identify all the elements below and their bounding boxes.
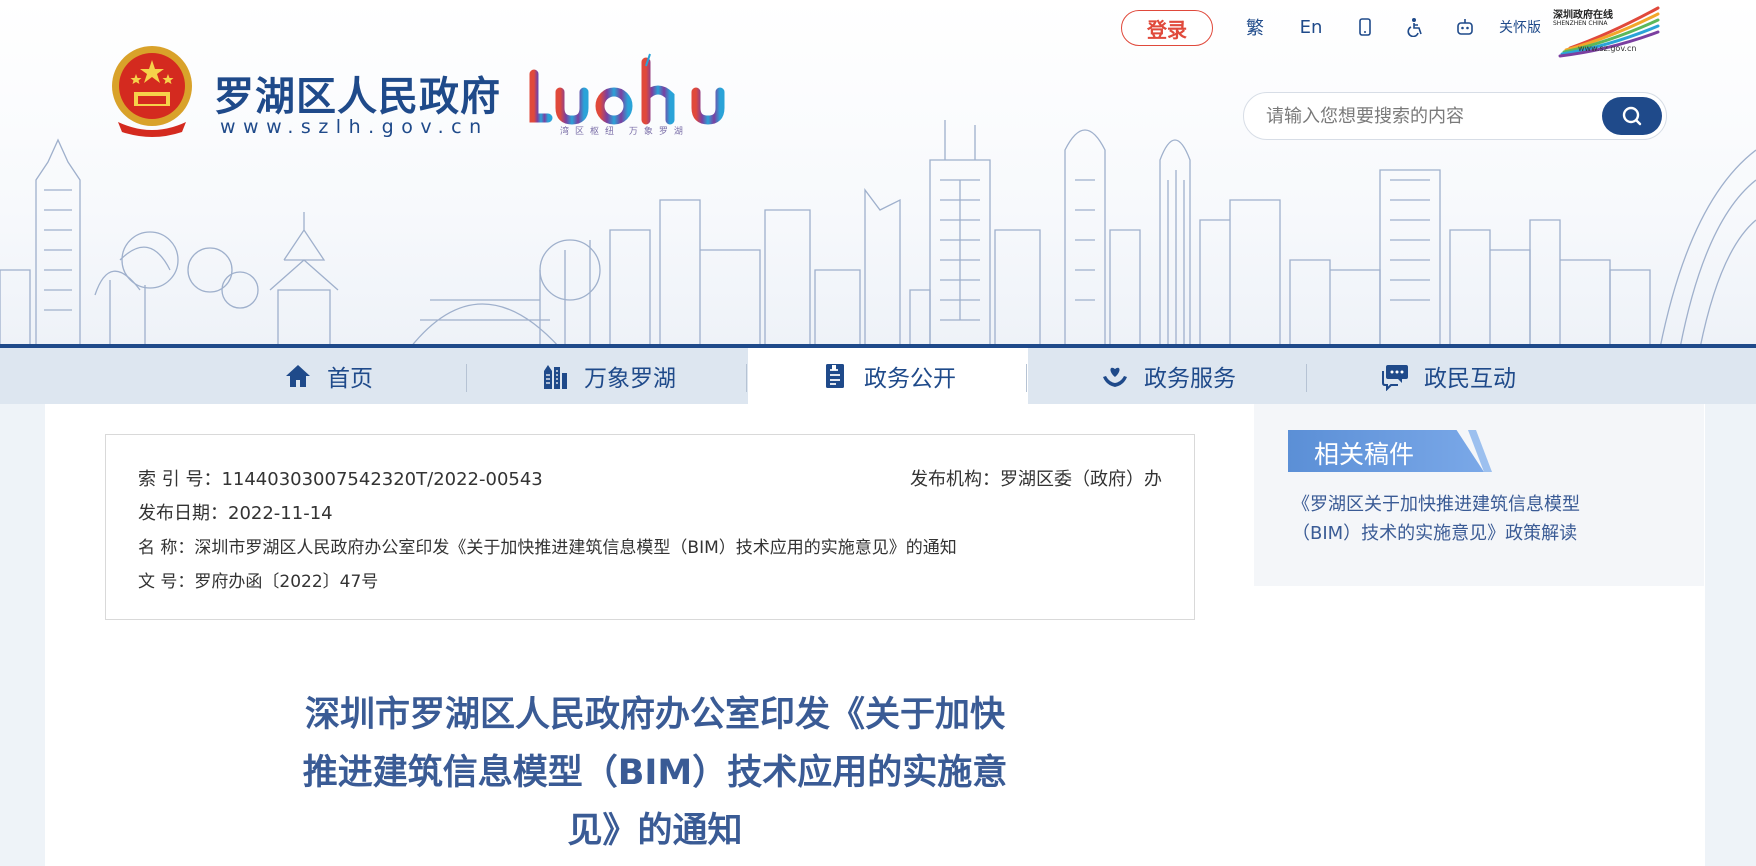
- related-link-line: （BIM）技术的实施意见》政策解读: [1292, 523, 1578, 544]
- mobile-icon[interactable]: [1352, 14, 1378, 40]
- nav-item-government-affairs-disclosure[interactable]: 政务公开: [748, 348, 1028, 404]
- meta-publisher: 发布机构：罗湖区委（政府）办: [910, 469, 1162, 490]
- nav-item-government-services[interactable]: 政务服务: [1028, 348, 1308, 404]
- related-link-line: 《罗湖区关于加快推进建筑信息模型: [1292, 494, 1580, 515]
- related-article-link[interactable]: 《罗湖区关于加快推进建筑信息模型 （BIM）技术的实施意见》政策解读: [1292, 490, 1662, 548]
- national-emblem-icon: [112, 46, 192, 137]
- care-mode-toggle[interactable]: 关怀版: [1496, 14, 1544, 40]
- heart-hand-icon: [1103, 367, 1127, 387]
- robot-assistant-icon[interactable]: [1452, 14, 1478, 40]
- article-title-line: 推进建筑信息模型（BIM）技术应用的实施意: [302, 753, 1008, 793]
- related-heading: 相关稿件: [1314, 440, 1415, 469]
- shenzhen-logo-sub: SHENZHEN CHINA: [1553, 20, 1608, 27]
- nav-divider: [1306, 364, 1307, 392]
- luohu-slogan: 湾区枢纽 万象罗湖: [560, 127, 689, 137]
- search-box: [1243, 92, 1667, 140]
- article-title: 深圳市罗湖区人民政府办公室印发《关于加快 推进建筑信息模型（BIM）技术应用的实…: [215, 686, 1095, 860]
- meta-name: 名 称：深圳市罗湖区人民政府办公室印发《关于加快推进建筑信息模型（BIM）技术应…: [138, 538, 957, 558]
- nav-item-wanxiang-luohu[interactable]: 万象罗湖: [468, 348, 748, 404]
- meta-index-number: 索 引 号：11440303007542320T/2022-00543: [138, 469, 543, 490]
- shenzhen-url: www.sz.gov.cn: [1578, 44, 1637, 53]
- nav-item-home[interactable]: 首页: [188, 348, 468, 404]
- site-url: www.szlh.gov.cn: [220, 116, 489, 138]
- city-skyline-illustration: [0, 120, 1756, 348]
- nav-item-label: 政民互动: [1424, 366, 1516, 392]
- nav-item-public-interaction[interactable]: 政民互动: [1308, 348, 1588, 404]
- home-icon: [286, 365, 310, 387]
- search-button[interactable]: [1602, 97, 1662, 135]
- nav-divider: [466, 364, 467, 392]
- document-icon: [826, 364, 844, 388]
- buildings-icon: [544, 365, 567, 389]
- traditional-chinese-toggle[interactable]: 繁: [1240, 14, 1270, 40]
- nav-divider: [1026, 364, 1027, 392]
- nav-item-label: 政务服务: [1144, 366, 1236, 392]
- article-title-line: 见》的通知: [567, 811, 743, 851]
- search-icon: [1622, 106, 1642, 126]
- site-name[interactable]: 罗湖区人民政府: [214, 64, 501, 122]
- nav-item-label: 政务公开: [864, 366, 956, 392]
- document-meta-box: 索 引 号：11440303007542320T/2022-00543 发布机构…: [105, 434, 1195, 620]
- meta-document-number: 文 号：罗府办函〔2022〕47号: [138, 572, 379, 592]
- search-input[interactable]: [1266, 99, 1586, 133]
- nav-divider: [746, 364, 747, 392]
- login-button[interactable]: 登录: [1121, 10, 1213, 46]
- site-header: 罗湖区人民政府 www.szlh.gov.cn 湾区枢纽 万象罗湖 登录 繁 E…: [0, 0, 1756, 348]
- related-articles-panel: 相关稿件 《罗湖区关于加快推进建筑信息模型 （BIM）技术的实施意见》政策解读: [1254, 404, 1704, 586]
- shenzhen-logo-text: 深圳政府在线: [1553, 10, 1613, 21]
- main-nav: 首页 万象罗湖 政务公开 政务服务 政民互动: [0, 344, 1756, 404]
- chat-icon: [1382, 365, 1408, 391]
- accessibility-icon[interactable]: [1402, 14, 1428, 40]
- nav-item-label: 万象罗湖: [584, 366, 676, 392]
- meta-publish-date: 发布日期：2022-11-14: [138, 503, 333, 524]
- article-title-line: 深圳市罗湖区人民政府办公室印发《关于加快: [304, 695, 1005, 735]
- nav-item-label: 首页: [327, 366, 373, 392]
- english-toggle[interactable]: En: [1296, 14, 1326, 40]
